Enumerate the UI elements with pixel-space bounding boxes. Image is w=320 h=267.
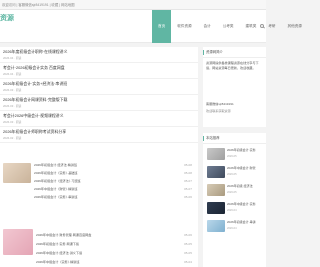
recommend-thumbnail[interactable] [207,220,225,232]
article-meta: 2026-03 · 阅读 [3,88,22,92]
main-content: 2026年度初级会计职称·在线课程讲义 2026-04 · 阅读 考会计·202… [0,47,198,267]
list-item[interactable]: 2026年初级会计（经济法）·习题班 05-07 [34,177,194,185]
article-title[interactable]: 考会计·2026初级会计实务 百度网盘 [3,65,65,71]
article-item[interactable]: 2026年初级会计师职称考试资料分享 2026-02 · 阅读 [0,127,198,143]
sidebar-intro-title: 资源网简介 [203,47,266,58]
list-item[interactable]: 2026年初级会计·经济法·精讲班 05-08 [34,161,194,169]
sidebar-intro: 资源网简介 资源网提供各类课程资源在线分享与下载，网站资源每日更新，欢迎收藏。 … [203,47,266,127]
article-meta: 2026-04 · 阅读 [3,72,22,76]
article-item[interactable]: 2026年初级会计·实务+经济法·串讲班 2026-03 · 阅读 [0,79,198,95]
list-item[interactable]: 2026年初级会计（实务）·串讲班 05-06 [34,193,194,201]
article-meta: 2026-02 · 阅读 [3,136,22,140]
article-title[interactable]: 2026年度初级会计职称·在线课程讲义 [3,49,67,55]
nav-item-construction[interactable]: 建筑类 [240,10,263,43]
nav-item-postgrad[interactable]: 考研 [262,10,281,43]
article-title[interactable]: 2026年初级会计·实务+经济法·串讲班 [3,81,67,87]
recommend-thumbnail[interactable] [207,148,225,160]
article-meta: 2026-03 · 阅读 [3,104,22,108]
article-meta: 2026-04 · 阅读 [3,56,22,60]
recommend-thumbnail[interactable] [207,184,225,196]
topbar-text: 欢迎访问 | 客服微信sjr8419191 | 收藏 | 网站地图 [2,3,75,7]
site-logo[interactable]: 资源 [0,13,14,23]
nav-item-home[interactable]: 首页 [152,10,172,43]
recommend-title[interactable]: 2026年初级·经济法 [227,184,253,188]
nav-item-other[interactable]: 其他资源 [282,10,308,43]
list-item[interactable]: 2026年中级会计·财务管理·网课百度网盘 05-06 [36,231,194,239]
list-item[interactable]: 2026年中级会计（实务）·精讲班 05-04 [36,258,194,266]
article-title[interactable]: 2026年初级会计师职称考试资料分享 [3,129,66,135]
recommend-date: 2026-05 [227,173,237,176]
article-title[interactable]: 2026年初级会计网课资料·完整版下载 [3,97,67,103]
top-bar: 欢迎访问 | 客服微信sjr8419191 | 收藏 | 网站地图 [0,0,266,10]
search-icon[interactable] [260,24,264,28]
sidebar-recommend-title: 本站推荐 [203,133,266,144]
article-meta: 2026-03 · 阅读 [3,120,22,124]
nav-item-accounting[interactable]: 会计 [198,10,217,43]
list-item[interactable]: 2026年中级会计·经济法·讲义下载 05-05 [36,249,194,257]
recommend-title[interactable]: 2026年中级会计·财管 [227,166,256,170]
recommend-date: 2026-04 [227,227,237,230]
list-item[interactable]: 2026年初级会计·实务·网课下载 05-05 [36,240,194,248]
recommend-date: 2026-04 [227,209,237,212]
article-title[interactable]: 考会计2026中级会计·视频课程讲义 [3,113,64,119]
recommend-title[interactable]: 2026年初级会计·实务 [227,148,256,152]
list-item[interactable]: 2026年中级会计（财管）·精讲班 05-07 [34,185,194,193]
sidebar-contact: 客服微信sjr8419191 [206,102,234,106]
sidebar-note: 欢迎联系获取资源 [206,109,231,113]
recommend-thumbnail[interactable] [207,202,225,214]
article-item[interactable]: 考会计2026中级会计·视频课程讲义 2026-03 · 阅读 [0,111,198,127]
main-nav: 首页 软件资源 会计 公考类 建筑类 考研 其他资源 [152,10,308,43]
article-item[interactable]: 2026年初级会计网课资料·完整版下载 2026-03 · 阅读 [0,95,198,111]
article-item[interactable]: 考会计·2026初级会计实务 百度网盘 2026-04 · 阅读 [0,63,198,79]
article-thumbnail[interactable] [3,163,31,183]
sidebar-intro-body: 资源网提供各类课程资源在线分享与下载，网站资源每日更新，欢迎收藏。 [206,61,259,70]
nav-item-software[interactable]: 软件资源 [171,10,197,43]
nav-item-civil-exam[interactable]: 公考类 [217,10,240,43]
recommend-thumbnail[interactable] [207,166,225,178]
recommend-date: 2026-05 [227,155,237,158]
sidebar-recommend: 本站推荐 2026年初级会计·实务 2026-05 2026年中级会计·财管 2… [203,133,266,267]
feature-thumbnail[interactable] [3,229,33,255]
recommend-title[interactable]: 2026年中级会计·实务 [227,202,256,206]
article-item[interactable]: 2026年度初级会计职称·在线课程讲义 2026-04 · 阅读 [0,47,198,63]
recommend-date: 2026-05 [227,191,237,194]
recommend-title[interactable]: 2026年初级会计·串讲 [227,220,256,224]
list-item[interactable]: 2026年初级会计（实务）·基础班 05-08 [34,169,194,177]
site-header: 资源 首页 软件资源 会计 公考类 建筑类 考研 其他资源 [0,10,302,43]
